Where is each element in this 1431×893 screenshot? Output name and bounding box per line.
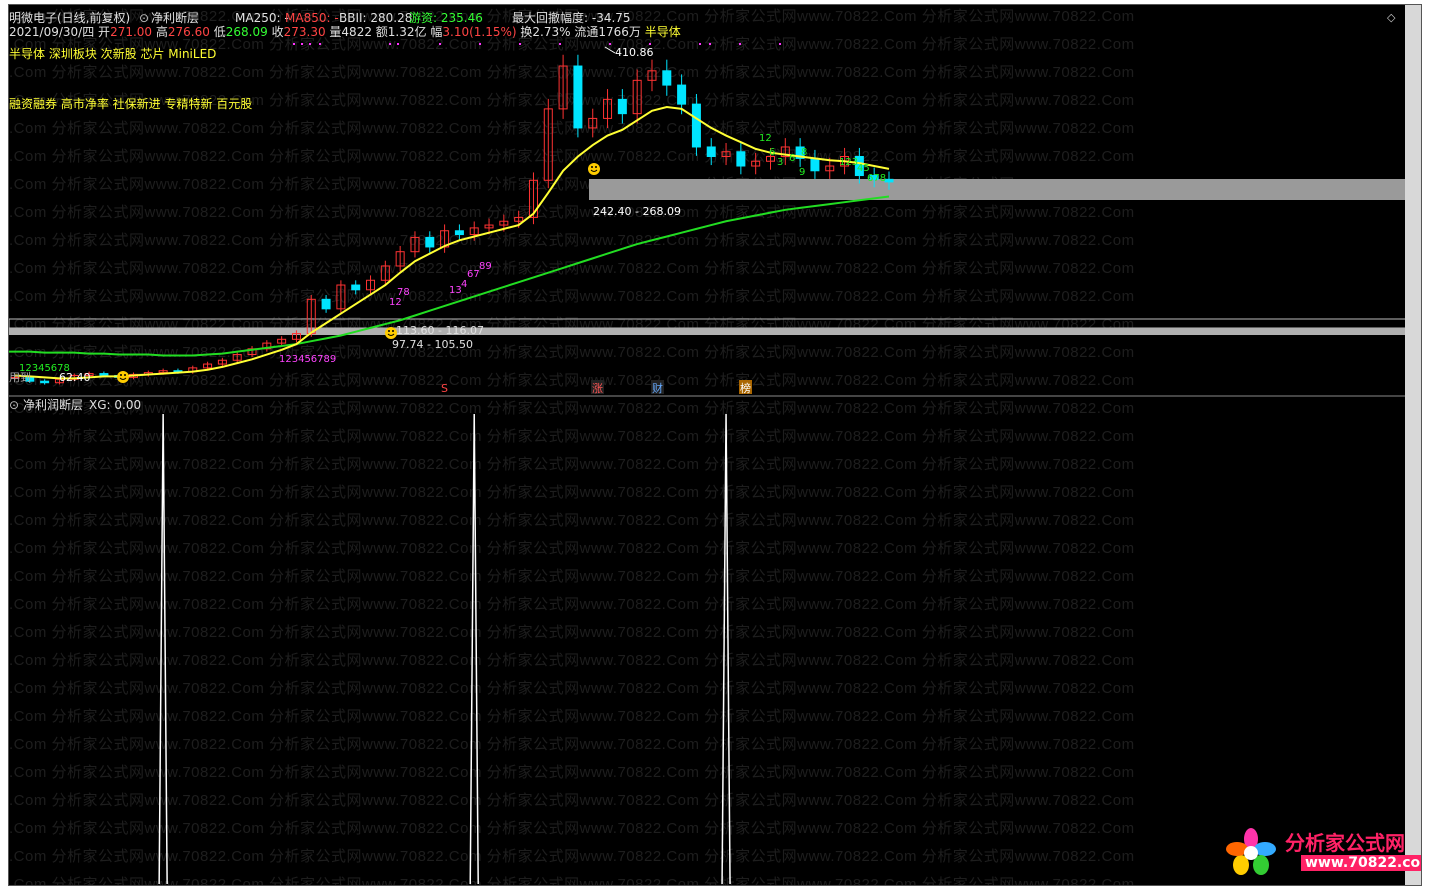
candle-body xyxy=(454,230,464,236)
indicator-toggle-icon[interactable]: ⊙ xyxy=(139,11,149,25)
low-price-label: 62.40 xyxy=(59,371,91,384)
amp-value: 3.10(1.15%) xyxy=(442,25,517,39)
high-value: 276.60 xyxy=(167,25,210,39)
svg-text:67: 67 xyxy=(467,269,480,280)
svg-text:89: 89 xyxy=(479,261,492,272)
low-label: 低 xyxy=(213,25,226,39)
low-value: 268.09 xyxy=(225,25,268,39)
float-shares: 流通1766万 xyxy=(574,25,641,39)
flower-icon xyxy=(1226,828,1276,875)
close-label: 收 xyxy=(271,25,284,39)
gap-upper-label: 242.40 - 268.09 xyxy=(593,205,681,218)
peak-label: 410.86 xyxy=(615,46,654,59)
sub-panel-value: XG: 0.00 xyxy=(89,398,142,412)
event-badge-bang: 榜 xyxy=(740,381,751,395)
stock-name[interactable]: 明微电子(日线,前复权) xyxy=(9,11,130,25)
sub-panel-toggle-icon[interactable]: ⊙ xyxy=(9,398,19,412)
candle-body xyxy=(40,380,50,384)
gap-zone-lower xyxy=(9,328,1421,335)
candle-body xyxy=(425,236,435,248)
bbi-value: BBII: 280.28 xyxy=(339,11,413,25)
candle-body xyxy=(736,151,746,167)
svg-text:13: 13 xyxy=(449,285,462,296)
event-badge-zhang: 涨 xyxy=(592,382,603,395)
logo-url: www.70822.com xyxy=(1301,855,1421,871)
candle-body xyxy=(706,146,716,157)
candle-body xyxy=(99,373,109,376)
main-price-chart[interactable]: 6789 1278 134 123456789 126 36 98 123456… xyxy=(9,5,1421,397)
signal-spike xyxy=(469,414,479,884)
candle-body xyxy=(691,103,701,148)
max-drawdown: 最大回撤幅度: -34.75 xyxy=(512,11,631,25)
amp-label: 幅 xyxy=(430,25,443,39)
svg-text:123456789: 123456789 xyxy=(279,354,336,365)
smiley-icon xyxy=(117,371,129,383)
quote-line: 2021/09/30/四 开271.00 高276.60 低268.09 收27… xyxy=(9,25,681,39)
sector: 半导体 xyxy=(644,25,681,39)
open-value: 271.00 xyxy=(110,25,153,39)
candle-body xyxy=(617,98,627,115)
candle-body xyxy=(321,298,331,310)
left-cut-label: 用到 xyxy=(9,371,31,384)
svg-text:3: 3 xyxy=(777,157,783,168)
quote-date: 2021/09/30/四 xyxy=(9,25,95,39)
candle-body xyxy=(662,70,672,86)
candle-body xyxy=(884,178,894,183)
svg-text:6: 6 xyxy=(789,153,795,164)
open-label: 开 xyxy=(98,25,111,39)
gap-lower-label-1: 113.60 - 116.07 xyxy=(396,324,484,337)
smiley-icon xyxy=(588,163,600,175)
gap-zone-lower-outline xyxy=(9,318,1421,329)
event-badge-cai: 财 xyxy=(652,381,663,395)
close-value: 273.30 xyxy=(283,25,326,39)
peak-pointer xyxy=(604,46,616,54)
signal-dots xyxy=(293,43,781,45)
signal-spike xyxy=(158,414,168,884)
svg-text:4: 4 xyxy=(461,279,467,290)
candle-body xyxy=(573,65,583,129)
svg-text:12: 12 xyxy=(389,297,402,308)
collapse-icon[interactable]: ◇ xyxy=(1387,11,1395,25)
ma850-value: MA850: - xyxy=(285,11,339,25)
candle-body xyxy=(810,157,820,172)
youzi-value: 游资: 235.46 xyxy=(409,11,483,25)
svg-text:78: 78 xyxy=(397,287,410,298)
signal-spikes xyxy=(158,414,731,884)
candle-body xyxy=(677,84,687,105)
event-badge-s: S xyxy=(441,382,448,395)
site-logo: 分析家公式网 www.70822.com xyxy=(1223,825,1421,877)
concept-tags-1: 半导体 深圳板块 次新股 芯片 MiniLED xyxy=(9,47,217,61)
candle-body xyxy=(351,284,361,291)
stock-chart-window: .Com 分析家公式网www.70822.Com 分析家公式网www.70822… xyxy=(8,4,1422,886)
amount: 额1.32亿 xyxy=(375,25,427,39)
svg-text:12: 12 xyxy=(759,133,772,144)
svg-text:9: 9 xyxy=(799,167,805,178)
sub-panel-title[interactable]: 净利润断层 xyxy=(23,398,83,412)
logo-name: 分析家公式网 xyxy=(1285,831,1405,855)
indicator-name[interactable]: 净利断层 xyxy=(151,11,199,25)
gap-lower-label-2: 97.74 - 105.50 xyxy=(392,338,473,351)
svg-text:678: 678 xyxy=(867,173,886,184)
ma250-value: MA250: - xyxy=(235,11,289,25)
high-label: 高 xyxy=(155,25,168,39)
signal-sub-chart[interactable] xyxy=(9,414,1421,884)
turnover: 换2.73% xyxy=(520,25,571,39)
svg-text:123: 123 xyxy=(839,157,858,168)
volume: 量4822 xyxy=(329,25,372,39)
signal-spike xyxy=(721,414,731,884)
concept-tags-2: 融资融券 高市净率 社保新进 专精特新 百元股 xyxy=(9,97,253,111)
svg-text:6: 6 xyxy=(769,147,775,158)
right-scrollbar[interactable] xyxy=(1405,5,1421,885)
svg-text:8: 8 xyxy=(801,147,807,158)
gap-zone-upper xyxy=(589,179,1421,200)
